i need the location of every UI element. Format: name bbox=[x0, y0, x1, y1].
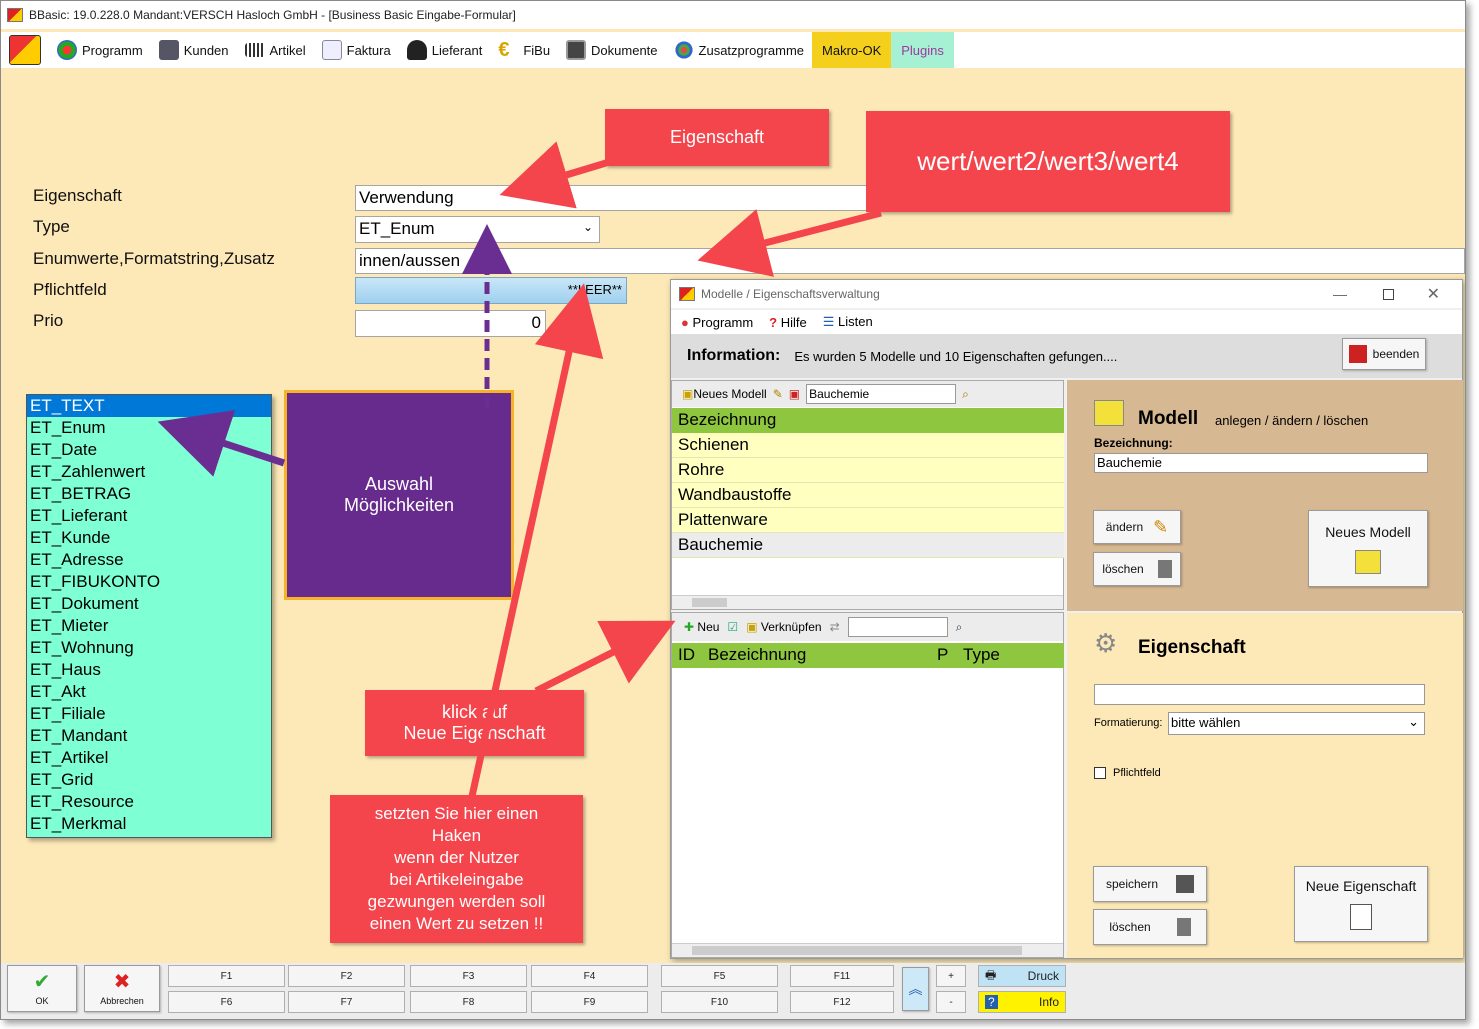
minus-button[interactable]: - bbox=[936, 991, 966, 1013]
fkey-f4[interactable]: F4 bbox=[531, 965, 648, 987]
fkey-f10[interactable]: F10 bbox=[661, 991, 778, 1013]
printer-icon: 🖶 bbox=[985, 967, 997, 982]
function-key-bar: ✔ OK ✖ Abbrechen F1 F2 F3 F4 F5 F11 F6 F7 F8 F9 F10 F… bbox=[1, 963, 1465, 1019]
fkey-f3[interactable]: F3 bbox=[410, 965, 527, 987]
ok-button[interactable]: ✔ OK bbox=[7, 965, 77, 1012]
fkey-f1[interactable]: F1 bbox=[168, 965, 285, 987]
fkey-f6[interactable]: F6 bbox=[168, 991, 285, 1013]
double-chevron-up-icon: ︽ bbox=[908, 981, 923, 997]
fkey-f8[interactable]: F8 bbox=[410, 991, 527, 1013]
plus-button[interactable]: + bbox=[936, 965, 966, 987]
fkey-f11[interactable]: F11 bbox=[790, 965, 894, 987]
info-button[interactable]: ? Info bbox=[978, 991, 1066, 1013]
x-icon: ✖ bbox=[113, 970, 131, 993]
abbrechen-button[interactable]: ✖ Abbrechen bbox=[84, 965, 160, 1012]
check-icon: ✔ bbox=[33, 970, 51, 993]
fkey-f5[interactable]: F5 bbox=[661, 965, 778, 987]
annotation-arrows bbox=[157, 141, 882, 802]
fkey-f2[interactable]: F2 bbox=[288, 965, 405, 987]
arrow-klick bbox=[534, 620, 676, 695]
fkey-f7[interactable]: F7 bbox=[288, 991, 405, 1013]
fkey-f12[interactable]: F12 bbox=[790, 991, 894, 1013]
arrow-haken bbox=[467, 283, 604, 802]
arrow-eigenschaft bbox=[499, 141, 608, 209]
help-icon: ? bbox=[985, 995, 998, 1009]
druck-button[interactable]: 🖶 Druck bbox=[978, 965, 1066, 987]
scroll-up-button[interactable]: ︽ bbox=[902, 967, 929, 1011]
arrow-auswahl-list bbox=[157, 410, 286, 477]
fkey-f9[interactable]: F9 bbox=[531, 991, 648, 1013]
arrow-wert bbox=[697, 209, 882, 277]
main-window: BBasic: 19.0.228.0 Mandant:VERSCH Hasloc… bbox=[0, 0, 1466, 1020]
